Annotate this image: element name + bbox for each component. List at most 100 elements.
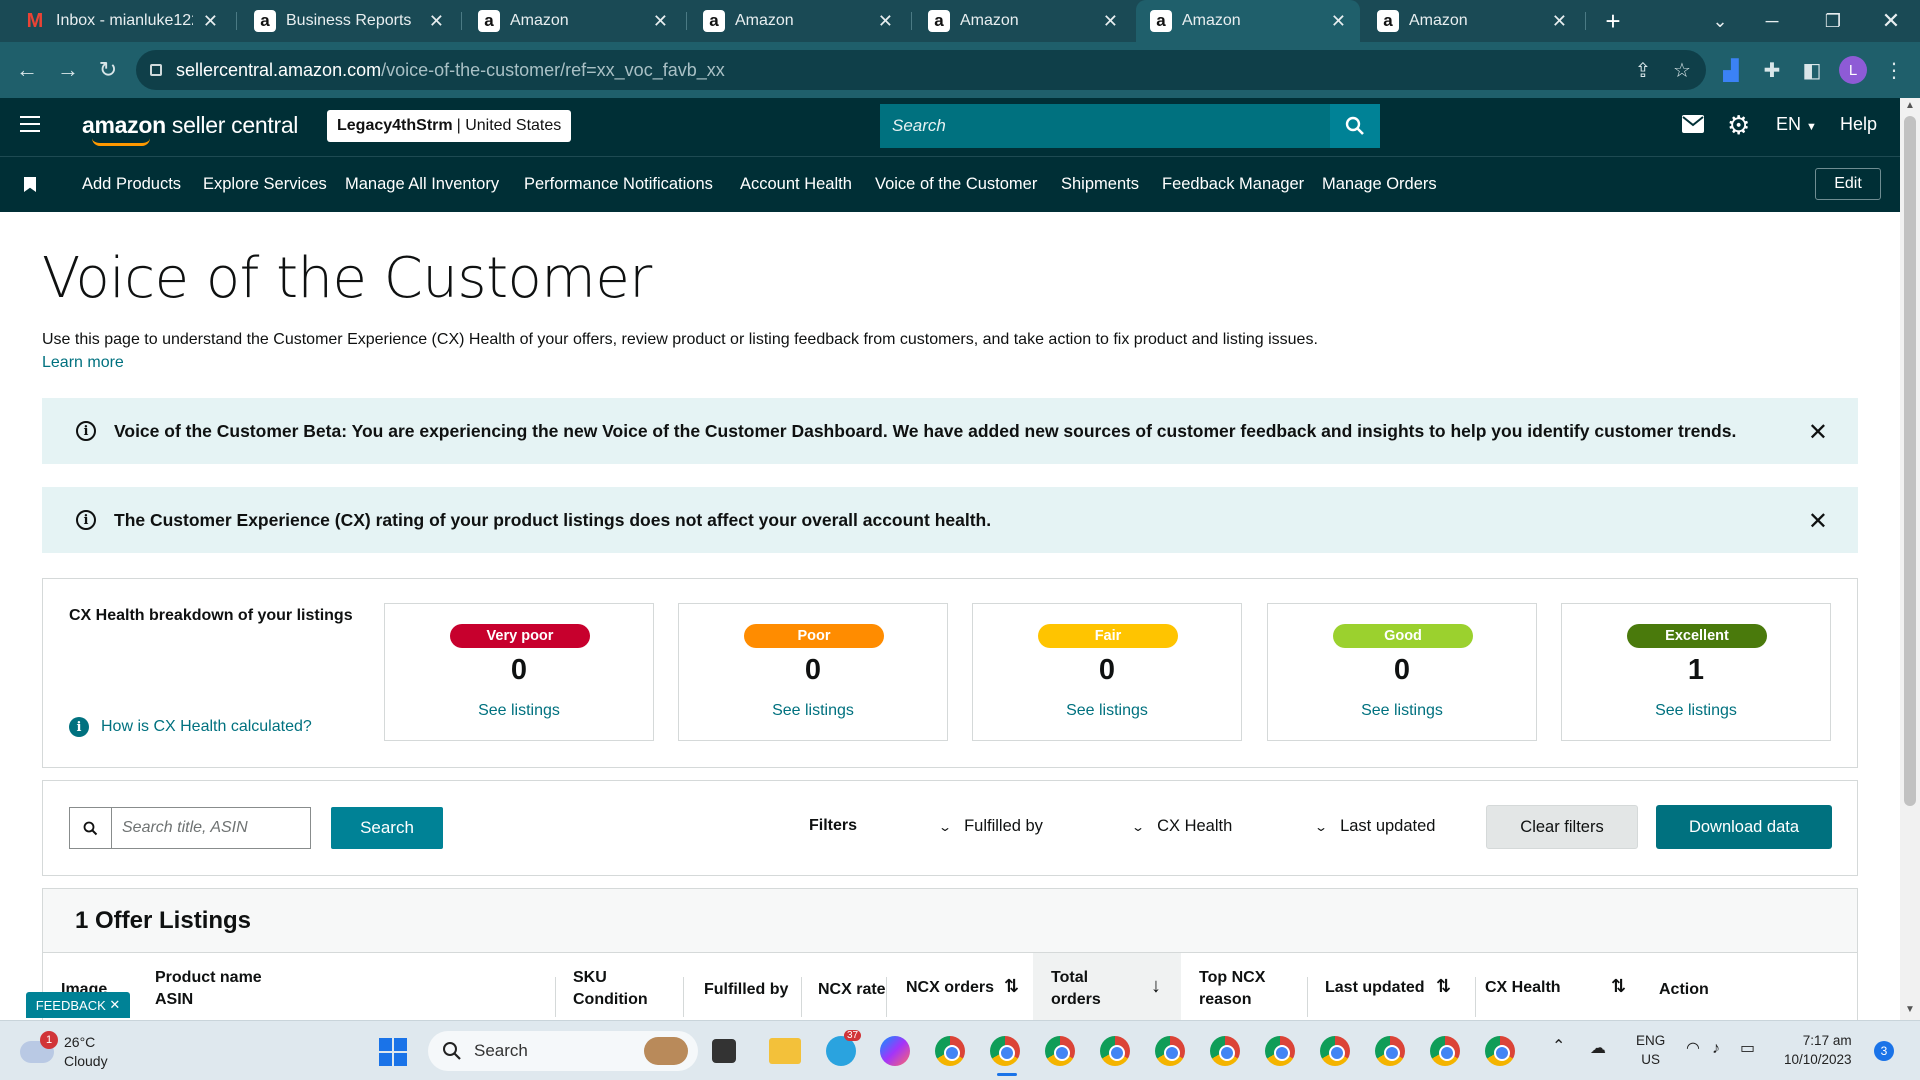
col-ncx-rate[interactable]: NCX rate [818, 979, 886, 1001]
col-sku[interactable]: SKU [573, 967, 607, 989]
see-listings-link[interactable]: See listings [679, 702, 947, 720]
onedrive-icon[interactable]: ☁ [1590, 1039, 1606, 1058]
amazon-seller-central-logo[interactable]: amazon seller central [82, 112, 298, 146]
extension-chart-icon[interactable]: ▟ [1715, 54, 1747, 86]
close-tab-icon[interactable]: ✕ [429, 11, 444, 32]
nav-shipments[interactable]: Shipments [1061, 175, 1139, 194]
windows-start-icon[interactable] [379, 1038, 407, 1066]
profile-avatar[interactable]: L [1839, 56, 1867, 84]
task-view-icon[interactable] [712, 1039, 736, 1063]
nav-performance-notifications[interactable]: Performance Notifications [524, 175, 713, 194]
learn-more-link[interactable]: Learn more [42, 354, 124, 372]
sort-updown-icon[interactable]: ⇅ [1004, 975, 1019, 997]
col-top-ncx-reason[interactable]: Top NCX reason [1199, 967, 1265, 1011]
scroll-up-icon[interactable]: ▲ [1904, 100, 1916, 112]
download-data-button[interactable]: Download data [1656, 805, 1832, 849]
clear-filters-button[interactable]: Clear filters [1486, 805, 1638, 849]
scroll-down-icon[interactable]: ▼ [1904, 1004, 1916, 1016]
taskbar-search[interactable]: Search [428, 1031, 698, 1071]
col-last-updated[interactable]: Last updated [1325, 977, 1425, 999]
restore-icon[interactable]: ❐ [1807, 0, 1859, 42]
chrome-icon[interactable] [990, 1036, 1020, 1066]
col-cx-health[interactable]: CX Health [1485, 977, 1561, 999]
header-search-button[interactable] [1330, 104, 1380, 148]
forward-icon[interactable]: → [52, 54, 84, 86]
browser-menu-icon[interactable]: ⋮ [1878, 54, 1910, 86]
close-tab-icon[interactable]: ✕ [203, 11, 218, 32]
page-scrollbar[interactable]: ▲ ▼ [1900, 98, 1920, 1020]
language-selector[interactable]: EN ▼ [1776, 114, 1817, 135]
nav-account-health[interactable]: Account Health [740, 175, 852, 194]
chrome-icon[interactable] [1320, 1036, 1350, 1066]
clock[interactable]: 7:17 am 10/10/2023 [1784, 1031, 1852, 1069]
chrome-icon[interactable] [1430, 1036, 1460, 1066]
chrome-icon[interactable] [1210, 1036, 1240, 1066]
tab-search-chevron-icon[interactable]: ⌄ [1694, 0, 1746, 42]
bookmark-star-icon[interactable]: ☆ [1666, 54, 1698, 86]
reload-icon[interactable]: ↻ [92, 54, 124, 86]
edit-nav-button[interactable]: Edit [1815, 168, 1881, 200]
chrome-icon[interactable] [1155, 1036, 1185, 1066]
browser-tab-amazon[interactable]: a Amazon ✕ [914, 0, 1132, 42]
url-field[interactable]: sellercentral.amazon.com/voice-of-the-cu… [136, 50, 1706, 90]
weather-widget[interactable]: 1 26°C Cloudy [20, 1031, 108, 1071]
browser-tab-amazon[interactable]: a Amazon ✕ [1363, 0, 1581, 42]
share-icon[interactable]: ⇪ [1627, 54, 1659, 86]
sort-updown-icon[interactable]: ⇅ [1436, 975, 1451, 997]
nav-feedback-manager[interactable]: Feedback Manager [1162, 175, 1304, 194]
see-listings-link[interactable]: See listings [1562, 702, 1830, 720]
close-icon[interactable]: ✕ [1808, 418, 1828, 447]
fulfilled-by-dropdown[interactable]: ⌄ Fulfilled by [938, 817, 1043, 836]
nav-voice-of-the-customer[interactable]: Voice of the Customer [875, 175, 1037, 194]
scroll-thumb[interactable] [1904, 116, 1916, 806]
chrome-icon[interactable] [935, 1036, 965, 1066]
language-indicator[interactable]: ENG US [1636, 1031, 1665, 1069]
wifi-icon[interactable]: ◠ [1686, 1039, 1700, 1058]
chrome-icon[interactable] [1375, 1036, 1405, 1066]
store-switcher[interactable]: Legacy4thStrm | United States [327, 110, 572, 142]
col-fulfilled-by[interactable]: Fulfilled by [704, 979, 788, 1001]
side-panel-icon[interactable]: ◧ [1796, 54, 1828, 86]
browser-tab-amazon-active[interactable]: a Amazon ✕ [1136, 0, 1360, 42]
chrome-icon[interactable] [1045, 1036, 1075, 1066]
messenger-icon[interactable] [880, 1036, 910, 1066]
nav-manage-all-inventory[interactable]: Manage All Inventory [345, 175, 499, 194]
chrome-icon[interactable] [1100, 1036, 1130, 1066]
sort-descending-icon[interactable]: ↓ [1151, 975, 1161, 997]
see-listings-link[interactable]: See listings [1268, 702, 1536, 720]
listing-search-button[interactable]: Search [331, 807, 443, 849]
chrome-icon[interactable] [1485, 1036, 1515, 1066]
browser-tab-amazon[interactable]: a Amazon ✕ [689, 0, 907, 42]
feedback-tab[interactable]: FEEDBACK ✕ [26, 992, 130, 1018]
see-listings-link[interactable]: See listings [973, 702, 1241, 720]
new-tab-button[interactable]: + [1598, 6, 1628, 36]
col-total-orders[interactable]: Total orders [1051, 967, 1101, 1011]
show-hidden-icons-chevron-icon[interactable]: ⌃ [1552, 1037, 1565, 1056]
nav-manage-orders[interactable]: Manage Orders [1322, 175, 1437, 194]
browser-tab-business-reports[interactable]: a Business Reports ✕ [240, 0, 458, 42]
listing-search-input[interactable] [111, 807, 311, 849]
last-updated-dropdown[interactable]: ⌄ Last updated [1314, 817, 1435, 836]
minimize-icon[interactable]: ─ [1746, 0, 1798, 42]
back-icon[interactable]: ← [11, 54, 43, 86]
chrome-icon[interactable] [1265, 1036, 1295, 1066]
col-product-name[interactable]: Product name [155, 967, 262, 989]
close-tab-icon[interactable]: ✕ [653, 11, 668, 32]
browser-tab-amazon[interactable]: a Amazon ✕ [464, 0, 682, 42]
close-icon[interactable]: ✕ [109, 997, 120, 1013]
hamburger-menu-icon[interactable] [20, 116, 40, 136]
close-tab-icon[interactable]: ✕ [1552, 11, 1567, 32]
window-close-icon[interactable]: ✕ [1865, 0, 1917, 42]
close-tab-icon[interactable]: ✕ [878, 11, 893, 32]
header-search-input[interactable] [880, 104, 1330, 148]
help-link[interactable]: Help [1840, 114, 1877, 135]
bookmark-icon[interactable] [24, 177, 36, 192]
browser-tab-gmail[interactable]: M Inbox - mianluke122( ✕ [10, 0, 232, 42]
close-tab-icon[interactable]: ✕ [1103, 11, 1118, 32]
notification-badge[interactable]: 3 [1874, 1041, 1894, 1061]
settings-gear-icon[interactable]: ⚙ [1727, 110, 1750, 141]
telegram-icon[interactable]: 37 [826, 1030, 862, 1066]
volume-icon[interactable]: ♪ [1712, 1039, 1720, 1058]
nav-add-products[interactable]: Add Products [82, 175, 181, 194]
close-icon[interactable]: ✕ [1808, 507, 1828, 536]
